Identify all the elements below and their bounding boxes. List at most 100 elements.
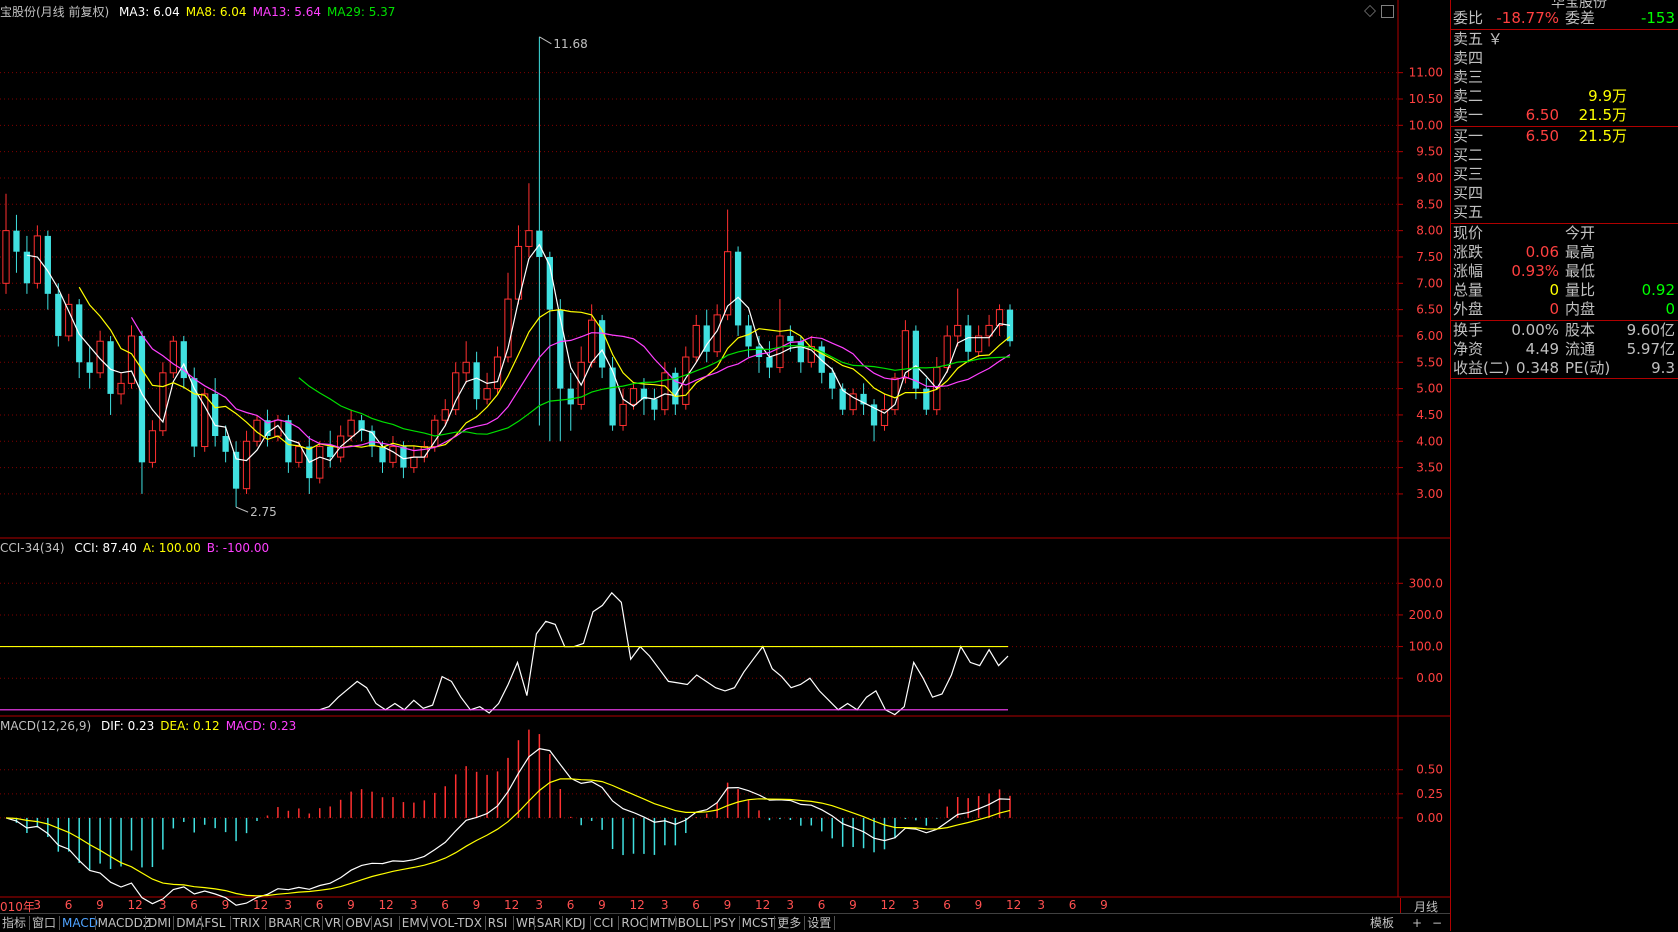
tab-separator	[774, 916, 776, 930]
candle-body-down	[222, 436, 229, 452]
tab-sar[interactable]: SAR	[537, 915, 561, 931]
candle-body-down	[557, 309, 564, 389]
chart-area[interactable]: 11.00 10.50 10.00 9.50 9.00 8.50 8.00 7.50 7.00 6…	[0, 0, 1450, 931]
quote-label: 涨跌	[1453, 243, 1484, 261]
tab-kdj[interactable]: KDJ	[565, 915, 586, 931]
stat-label: 流通	[1565, 340, 1596, 358]
candle-body-down	[86, 362, 93, 373]
tab-trix[interactable]: TRIX	[233, 915, 260, 931]
tab-更多[interactable]: 更多	[777, 915, 801, 931]
tab-asi[interactable]: ASI	[374, 915, 393, 931]
stat-label: PE(动)	[1565, 359, 1611, 377]
indicator-value: MA13: 5.64	[252, 5, 321, 19]
tab-设置[interactable]: 设置	[807, 915, 831, 931]
candle-body-up	[410, 456, 418, 469]
price-tick-label: 9.00	[1416, 171, 1443, 185]
tab-separator	[804, 916, 806, 930]
tab-vol-tdx[interactable]: VOL-TDX	[430, 915, 482, 931]
cci-header: CCI-34(34) CCI: 87.40 A: 100.00 B: -100.00	[0, 540, 275, 556]
candle-body-up	[441, 409, 449, 421]
bid-label: 买五	[1453, 203, 1484, 221]
candle-body-down	[797, 341, 804, 363]
candle-body-up	[619, 403, 627, 426]
low-marker-line	[235, 506, 249, 513]
chart-canvas[interactable]: 11.00 10.50 10.00 9.50 9.00 8.50 8.00 7.50 7.00 6…	[0, 0, 1450, 931]
tab-emv[interactable]: EMV	[402, 915, 428, 931]
tab-dma[interactable]: DMA	[176, 915, 204, 931]
quote-value: 0	[1665, 300, 1675, 318]
indicator-value: A: 100.00	[142, 541, 201, 555]
ask-row: 卖四	[1451, 49, 1678, 68]
tab-rsi[interactable]: RSI	[488, 915, 508, 931]
date-tick-label: 12	[127, 898, 143, 912]
tab-指标[interactable]: 指标	[2, 915, 26, 931]
tab-macddz[interactable]: MACDDZ	[98, 915, 151, 931]
price-header: 宝股份(月线 前复权) MA3: 6.04 MA8: 6.04 MA13: 5.64…	[0, 4, 401, 20]
ask-row: 卖一 6.50 21.5万	[1451, 106, 1678, 125]
tab-separator	[145, 916, 146, 930]
candle-body-down	[44, 235, 51, 294]
quote-row: 外盘 0 内盘 0	[1451, 300, 1678, 319]
tab-separator	[29, 916, 30, 930]
date-tick-label: 6	[566, 898, 575, 912]
tab-mcst[interactable]: MCST	[742, 915, 776, 931]
date-tick-label: 9	[347, 898, 355, 912]
tab-macd[interactable]: MACD	[62, 915, 98, 931]
stat-row: 收益(二) 0.348 PE(动) 9.3	[1451, 359, 1678, 378]
candle-body-up	[588, 319, 596, 363]
maximize-icon[interactable]	[1381, 5, 1394, 18]
tab-cci[interactable]: CCI	[593, 915, 613, 931]
indicator-value: DEA: 0.12	[160, 719, 220, 733]
candle-body-up	[65, 303, 73, 337]
candle-body-down	[55, 293, 62, 336]
tab-separator	[59, 916, 60, 930]
stat-row: 换手 0.00% 股本 9.60亿	[1451, 321, 1678, 340]
price-tick-label: 11.00	[1409, 66, 1443, 80]
cci-line	[310, 591, 1009, 716]
tab-separator	[834, 916, 836, 930]
candle-body-up	[995, 309, 1004, 326]
zoom-out-button[interactable]: −	[1432, 915, 1442, 931]
stat-value: 5.97亿	[1626, 340, 1675, 358]
macd-header: MACD(12,26,9) DIF: 0.23 DEA: 0.12 MACD: 0.…	[0, 718, 302, 734]
tab-obv[interactable]: OBV	[345, 915, 371, 931]
template-button[interactable]: 模板	[1370, 915, 1394, 931]
tab-psy[interactable]: PSY	[713, 915, 735, 931]
stock-title: 宝股份(月线 前复权)	[0, 5, 110, 19]
zoom-in-button[interactable]: +	[1412, 915, 1422, 931]
price-tick-label: 4.00	[1416, 434, 1443, 448]
tab-窗口[interactable]: 窗口	[32, 915, 56, 931]
quote-label: 量比	[1565, 281, 1596, 299]
tab-brar[interactable]: BRAR	[268, 915, 301, 931]
candle-body-up	[629, 388, 638, 405]
tab-vr[interactable]: VR	[325, 915, 342, 931]
cci-tick-label: 100.0	[1409, 640, 1443, 654]
date-tick-label: 6	[1068, 898, 1077, 912]
tab-roc[interactable]: ROC	[621, 915, 647, 931]
price-tick-label: 10.00	[1409, 118, 1443, 132]
tab-separator	[533, 916, 535, 930]
panel-divider	[1451, 378, 1678, 379]
candle-body-down	[327, 446, 334, 458]
price-tick-label: 7.50	[1416, 250, 1443, 264]
tab-boll[interactable]: BOLL	[678, 915, 709, 931]
quote-row: 涨幅 0.93% 最低	[1451, 262, 1678, 281]
bid-label: 买三	[1453, 165, 1484, 183]
tab-fsl[interactable]: FSL	[204, 915, 225, 931]
tab-dmi[interactable]: DMI	[148, 915, 171, 931]
ask-row: 卖二 9.9万	[1451, 87, 1678, 106]
date-tick-label: 9	[1100, 898, 1108, 912]
tab-cr[interactable]: CR	[304, 915, 321, 931]
stat-label: 净资	[1453, 340, 1484, 358]
date-tick-label: 9	[974, 898, 983, 912]
quote-label: 涨幅	[1453, 262, 1484, 280]
tab-mtm[interactable]: MTM	[650, 915, 678, 931]
candle-body-down	[138, 335, 146, 463]
price-tick-label: 5.50	[1416, 355, 1443, 369]
quote-value: 0	[1549, 300, 1559, 318]
stat-value: 4.49	[1525, 340, 1559, 358]
quote-label: 外盘	[1453, 300, 1484, 318]
bid-row: 买一 6.50 21.5万	[1451, 127, 1678, 146]
ask-label: 卖五 ￥	[1453, 30, 1503, 48]
date-tick-label: 6	[692, 898, 700, 912]
